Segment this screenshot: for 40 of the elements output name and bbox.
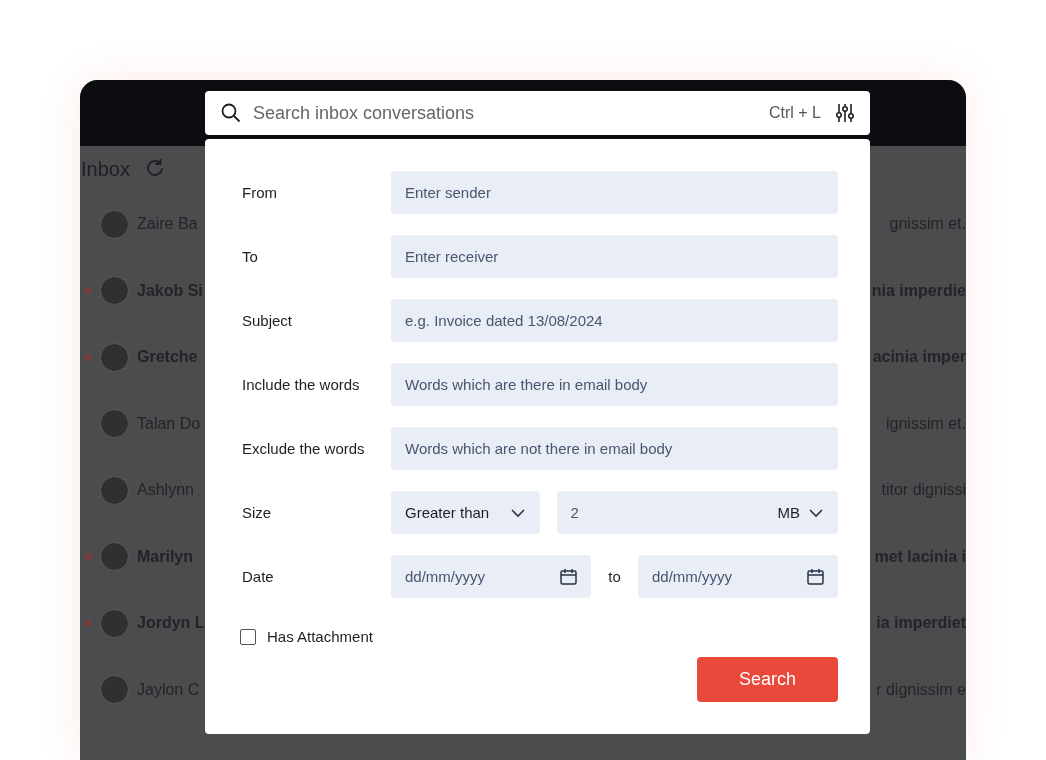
avatar xyxy=(100,276,129,306)
avatar xyxy=(100,475,129,505)
field-label: Date xyxy=(242,568,275,585)
checkbox[interactable] xyxy=(240,628,256,645)
search-button[interactable]: Search xyxy=(697,657,838,702)
size-field[interactable]: 2 MB xyxy=(556,491,838,534)
checkbox-label: Has Attachment xyxy=(267,628,373,645)
caret-icon xyxy=(509,506,526,519)
field-label: Subject xyxy=(242,312,294,329)
field-label: Size xyxy=(242,504,273,521)
text-field[interactable]: Words which are there in email body xyxy=(391,363,838,406)
field-label: Include the words xyxy=(242,376,361,393)
search-field[interactable]: Search inbox conversations xyxy=(251,101,769,125)
size-dropdown[interactable]: Greater than xyxy=(391,491,540,534)
date-field[interactable]: dd/mm/yyyy xyxy=(391,555,591,598)
size-input[interactable]: 2 xyxy=(570,504,770,521)
avatar xyxy=(100,542,129,572)
text-field[interactable]: Enter sender xyxy=(391,171,838,214)
text-field[interactable]: Words which are not there in email body xyxy=(391,427,838,470)
range-separator: to xyxy=(607,568,622,585)
avatar xyxy=(100,675,129,705)
search-bar[interactable]: Search inbox conversations Ctrl + L xyxy=(205,91,870,135)
caret-icon xyxy=(808,506,824,519)
date-field[interactable]: dd/mm/yyyy xyxy=(638,555,838,598)
avatar xyxy=(100,342,129,372)
field-label: From xyxy=(242,184,278,201)
search-icon xyxy=(221,103,241,123)
shortcut-hint: Ctrl + L xyxy=(769,104,821,122)
unit-dropdown[interactable]: MB xyxy=(777,504,824,521)
text-field[interactable]: e.g. Invoice dated 13/08/2024 xyxy=(391,299,838,342)
field-label: Exclude the words xyxy=(242,440,366,457)
calendar-icon xyxy=(807,568,824,585)
field-label: To xyxy=(242,248,259,265)
filter-button[interactable] xyxy=(835,103,855,123)
avatar xyxy=(100,409,129,439)
avatar xyxy=(100,209,129,239)
calendar-icon xyxy=(560,568,577,585)
avatar xyxy=(100,608,129,638)
sliders-icon xyxy=(835,103,855,123)
text-field[interactable]: Enter receiver xyxy=(391,235,838,278)
